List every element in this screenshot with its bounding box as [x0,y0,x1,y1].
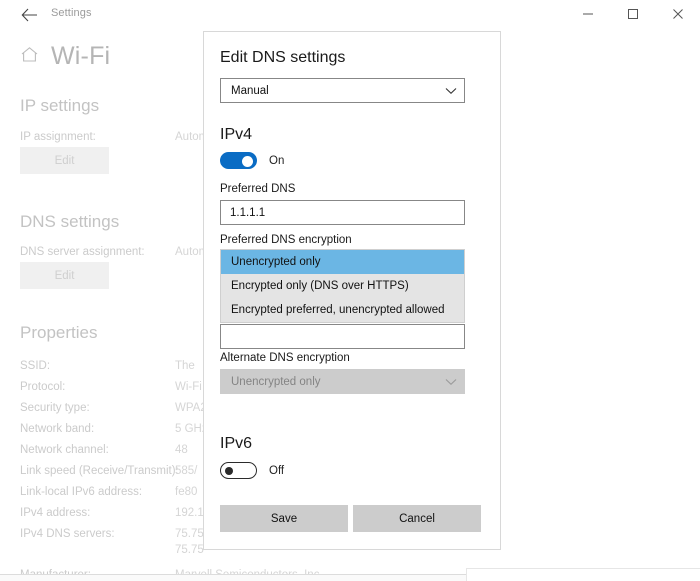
arrow-left-icon [21,8,38,22]
page-header: Wi-Fi [20,42,110,71]
property-label: Link-local IPv6 address: [20,486,142,498]
back-button[interactable] [12,2,46,28]
dropdown-option-encrypted-only[interactable]: Encrypted only (DNS over HTTPS) [221,274,464,298]
property-value: 75.75 [175,544,204,556]
window-controls [565,0,700,28]
property-label: Network band: [20,423,94,435]
alternate-dns-encryption-value: Unencrypted only [221,376,438,388]
dropdown-option-encrypted-preferred[interactable]: Encrypted preferred, unencrypted allowed [221,298,464,322]
dropdown-option-unencrypted-only[interactable]: Unencrypted only [221,250,464,274]
home-icon[interactable] [20,46,39,68]
ipv4-heading: IPv4 [220,126,252,144]
preferred-dns-input[interactable]: 1.1.1.1 [220,200,465,225]
property-label: Link speed (Receive/Transmit): [20,465,179,477]
property-value: WPA2 [175,402,207,414]
property-label: IPv4 DNS servers: [20,528,115,540]
toggle-knob [225,467,233,475]
label-ip-assignment: IP assignment: [20,131,96,143]
close-button[interactable] [655,0,700,28]
preferred-dns-label: Preferred DNS [220,183,295,195]
ipv4-toggle-row[interactable]: On [220,152,284,169]
alternate-dns-encryption-label: Alternate DNS encryption [220,352,350,364]
window-title: Settings [51,7,92,19]
ipv4-toggle-label: On [269,155,284,167]
dns-mode-select[interactable]: Manual [220,78,465,103]
chevron-down-icon [438,378,464,386]
title-bar: Settings [0,0,700,29]
ipv6-toggle-label: Off [269,465,284,477]
toggle-knob [242,156,253,167]
dns-mode-value: Manual [221,85,438,97]
chevron-down-icon [438,87,464,95]
background-window-sliver [466,568,700,581]
edit-ip-settings-button[interactable]: Edit [20,147,109,174]
section-heading-ip-settings: IP settings [20,96,99,116]
property-value: 75.75 [175,528,204,540]
preferred-dns-encryption-dropdown-list[interactable]: Unencrypted only Encrypted only (DNS ove… [220,249,465,323]
property-value: 48 [175,444,188,456]
dialog-title: Edit DNS settings [220,49,345,67]
property-value: The [175,360,195,372]
section-heading-properties: Properties [20,323,97,343]
property-label: IPv4 address: [20,507,90,519]
label-dns-server-assignment: DNS server assignment: [20,246,145,258]
preferred-dns-encryption-label: Preferred DNS encryption [220,234,352,246]
minimize-button[interactable] [565,0,610,28]
alternate-dns-encryption-select: Unencrypted only [220,369,465,394]
property-label: Protocol: [20,381,65,393]
maximize-button[interactable] [610,0,655,28]
property-label: Network channel: [20,444,109,456]
section-heading-dns-settings: DNS settings [20,212,119,232]
ipv6-toggle[interactable] [220,462,257,479]
ipv6-heading: IPv6 [220,435,252,453]
property-value: 192.1 [175,507,204,519]
edit-dns-settings-button[interactable]: Edit [20,262,109,289]
property-value: fe80 [175,486,197,498]
cancel-button[interactable]: Cancel [353,505,481,532]
save-button[interactable]: Save [220,505,348,532]
page-title: Wi-Fi [51,42,110,71]
ipv4-toggle[interactable] [220,152,257,169]
alternate-dns-input[interactable] [220,324,465,349]
property-value: 585/ [175,465,197,477]
property-label: Security type: [20,402,90,414]
ipv6-toggle-row[interactable]: Off [220,462,284,479]
edit-dns-settings-dialog: Edit DNS settings Manual IPv4 On Preferr… [203,31,501,550]
property-label: SSID: [20,360,50,372]
